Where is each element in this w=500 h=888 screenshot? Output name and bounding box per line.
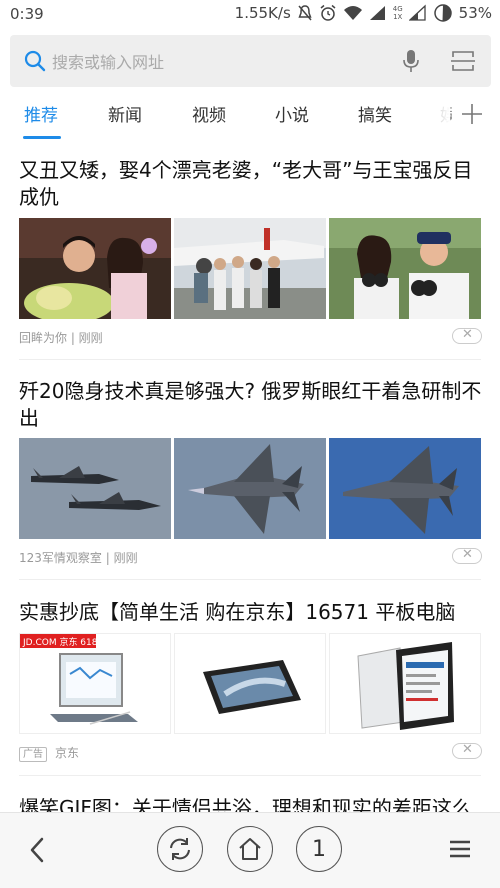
dismiss-button[interactable]: ✕ <box>452 742 482 759</box>
thumbnail-image[interactable] <box>19 218 171 319</box>
home-icon <box>239 838 261 860</box>
thumbnail-image[interactable] <box>329 438 481 539</box>
ad-source: 广告 京东 <box>19 744 79 762</box>
network-tag-top: 4G <box>392 5 403 13</box>
refresh-button[interactable] <box>157 826 203 872</box>
close-icon: ✕ <box>462 742 473 757</box>
back-icon[interactable] <box>26 836 48 864</box>
network-speed: 1.55K/s <box>234 4 291 22</box>
article-source: 123军情观察室 | 刚刚 <box>19 551 138 565</box>
status-indicators: 1.55K/s 4G 1X 53% <box>235 4 492 22</box>
article-thumbnails[interactable]: JD.COM 京东 618 <box>19 633 481 734</box>
thumbnail-image[interactable] <box>174 218 326 319</box>
signal-icon <box>408 4 426 21</box>
home-button[interactable] <box>227 826 273 872</box>
network-tag-bottom: 1X <box>393 13 403 21</box>
thumbnail-image[interactable] <box>19 438 171 539</box>
jd-brand-text: JD.COM 京东 618 <box>22 636 98 648</box>
thumbnail-image[interactable] <box>174 633 326 734</box>
tab-funny[interactable]: 搞笑 <box>358 101 392 126</box>
battery-level: 53% <box>458 4 492 22</box>
divider <box>19 775 481 776</box>
tabs-button[interactable]: 1 <box>296 826 342 872</box>
tab-recommend[interactable]: 推荐 <box>24 101 58 126</box>
tab-video[interactable]: 视频 <box>192 101 226 126</box>
dismiss-button[interactable]: ✕ <box>452 547 482 564</box>
article-thumbnails[interactable] <box>19 438 481 539</box>
search-icon <box>24 50 46 72</box>
active-tab-indicator <box>23 136 61 139</box>
divider <box>19 359 481 360</box>
article-title[interactable]: 歼20隐身技术真是够强大? 俄罗斯眼红干着急研制不出 <box>19 378 485 432</box>
status-time: 0:39 <box>10 5 44 23</box>
battery-icon <box>433 4 452 22</box>
tab-fade <box>420 92 450 138</box>
scan-icon[interactable] <box>451 49 475 73</box>
wifi-icon <box>343 6 362 20</box>
tab-count: 1 <box>312 836 326 862</box>
network-type: 4G 1X <box>393 5 403 21</box>
divider <box>19 579 481 580</box>
mute-icon <box>298 5 312 21</box>
signal-icon <box>369 6 385 20</box>
menu-icon[interactable] <box>449 838 471 860</box>
thumbnail-image[interactable] <box>174 438 326 539</box>
refresh-icon <box>170 838 190 860</box>
plus-icon[interactable] <box>460 102 484 126</box>
category-tabs: 推荐 新闻 视频 小说 搞笑 娱 <box>0 92 500 142</box>
thumbnail-image[interactable]: JD.COM 京东 618 <box>19 633 171 734</box>
article-title[interactable]: 爆笑GIF图：关于情侣共浴，理想和现实的差距这么 <box>19 795 485 812</box>
article-source: 回眸为你 | 刚刚 <box>19 331 103 345</box>
close-icon: ✕ <box>462 547 473 562</box>
article-title[interactable]: 又丑又矮，娶4个漂亮老婆，“老大哥”与王宝强反目成仇 <box>19 157 485 211</box>
article-thumbnails[interactable] <box>19 218 481 319</box>
ad-badge: 广告 <box>19 747 47 762</box>
close-icon: ✕ <box>462 327 473 342</box>
mic-icon[interactable] <box>402 49 420 73</box>
tab-news[interactable]: 新闻 <box>108 101 142 126</box>
article-title[interactable]: 实惠抄底【简单生活 购在京东】16571 平板电脑 <box>19 599 485 626</box>
thumbnail-image[interactable] <box>329 218 481 319</box>
article-source: 京东 <box>55 746 80 760</box>
search-bar[interactable]: 搜索或输入网址 <box>10 35 491 87</box>
tab-novel[interactable]: 小说 <box>275 101 309 126</box>
bottom-nav-bar: 1 <box>0 812 500 888</box>
search-input[interactable]: 搜索或输入网址 <box>52 49 164 73</box>
alarm-icon <box>320 4 336 21</box>
dismiss-button[interactable]: ✕ <box>452 327 482 344</box>
thumbnail-image[interactable] <box>329 633 481 734</box>
status-bar: 0:39 1.55K/s 4G 1X 53% <box>0 0 500 30</box>
